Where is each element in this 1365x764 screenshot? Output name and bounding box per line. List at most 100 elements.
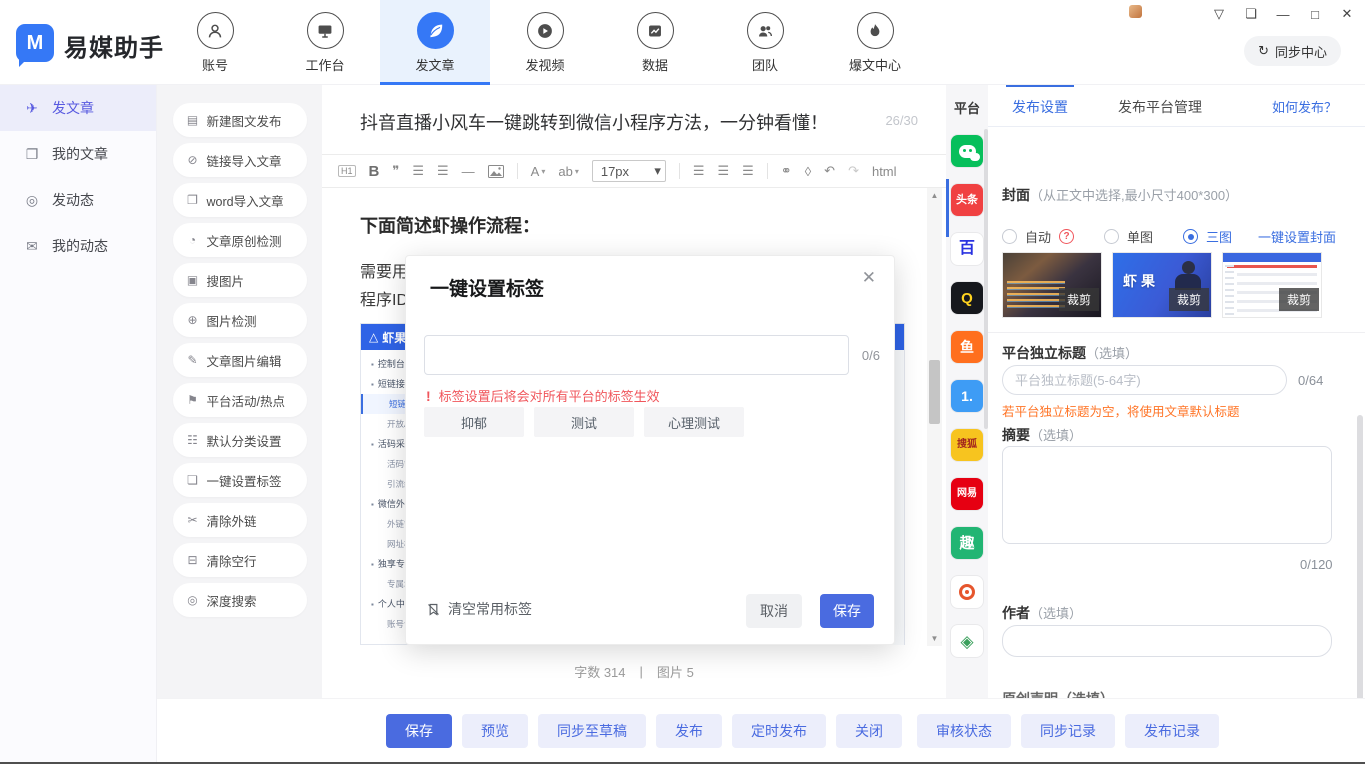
nav-publish-article[interactable]: 发文章	[380, 0, 490, 85]
nav-data[interactable]: 数据	[600, 0, 710, 85]
publish-button[interactable]: 发布	[656, 714, 722, 748]
modal-close-icon[interactable]: ✕	[858, 264, 880, 292]
cover-thumb-game-scene[interactable]: 裁剪	[1002, 252, 1102, 318]
align-right-button[interactable]: ☰	[742, 163, 754, 179]
sidebar-item-publish-moment[interactable]: ◎ 发动态	[0, 177, 156, 223]
independent-title-input[interactable]	[1002, 365, 1287, 395]
tool-deep-search[interactable]: ◎深度搜索	[173, 583, 307, 617]
tag-option[interactable]: 抑郁	[424, 407, 524, 437]
clear-common-tags-button[interactable]: 清空常用标签	[426, 599, 532, 619]
window-maximize-icon[interactable]: □	[1307, 7, 1323, 22]
redo-button[interactable]: ↷	[848, 163, 859, 179]
platform-icon-qutoutiao[interactable]: 趣	[951, 527, 983, 559]
crop-button[interactable]: 裁剪	[1279, 288, 1319, 311]
window-minimize-icon[interactable]: —	[1275, 7, 1291, 22]
sync-to-draft-button[interactable]: 同步至草稿	[538, 714, 646, 748]
tool-originality-check[interactable]: ◔文章原创检测	[173, 223, 307, 257]
summary-textarea[interactable]	[1002, 446, 1332, 544]
crop-button[interactable]: 裁剪	[1059, 288, 1099, 311]
how-to-publish-link[interactable]: 如何发布？	[1272, 97, 1337, 116]
tag-option[interactable]: 测试	[534, 407, 634, 437]
ordered-list-button[interactable]: ☰	[412, 163, 424, 179]
cover-thumb-dashboard[interactable]: 裁剪	[1222, 252, 1322, 318]
font-color-button[interactable]: A▾	[531, 164, 546, 179]
tab-publish-settings[interactable]: 发布设置	[1006, 85, 1074, 127]
platform-icon-weibo[interactable]	[951, 576, 983, 608]
platform-icon-sohu[interactable]: 搜狐	[951, 429, 983, 461]
cover-thumb-xiaguo[interactable]: 虾果 裁剪	[1112, 252, 1212, 318]
radio-single-image[interactable]	[1104, 229, 1119, 244]
font-size-select[interactable]: 17px▾	[592, 160, 666, 182]
tag-option[interactable]: 心理测试	[644, 407, 744, 437]
window-menu-icon[interactable]: ▽	[1211, 6, 1227, 22]
platform-icon-dayuhao[interactable]: 鱼	[951, 331, 983, 363]
undo-button[interactable]: ↶	[824, 163, 835, 179]
modal-cancel-button[interactable]: 取消	[746, 594, 802, 628]
platform-icon-green-shield[interactable]: ◈	[951, 625, 983, 657]
tool-default-category[interactable]: ☷默认分类设置	[173, 423, 307, 457]
panel-scrollbar[interactable]	[1357, 415, 1363, 705]
platform-icon-toutiao[interactable]: 头条	[951, 184, 983, 216]
nav-publish-video[interactable]: 发视频	[490, 0, 600, 85]
horizontal-rule-button[interactable]: —	[462, 164, 475, 179]
align-left-button[interactable]: ☰	[693, 163, 705, 179]
save-button[interactable]: 保存	[386, 714, 452, 748]
editor-scrollbar[interactable]: ▲ ▼	[927, 188, 942, 646]
tool-clear-external-links[interactable]: ✂清除外链	[173, 503, 307, 537]
window-snip-icon[interactable]: ❏	[1243, 6, 1259, 22]
format-clear-button[interactable]: ◊	[805, 164, 811, 179]
sync-records-button[interactable]: 同步记录	[1021, 714, 1115, 748]
scroll-up-icon[interactable]: ▲	[927, 191, 942, 200]
sidebar-item-my-articles[interactable]: ❐ 我的文章	[0, 131, 156, 177]
tool-import-link[interactable]: ⊘链接导入文章	[173, 143, 307, 177]
sidebar-item-my-moments[interactable]: ✉ 我的动态	[0, 223, 156, 269]
unordered-list-button[interactable]: ☰	[437, 163, 449, 179]
scroll-down-icon[interactable]: ▼	[927, 634, 942, 643]
article-title-input[interactable]: 抖音直播小风车一键跳转到微信小程序方法，一分钟看懂！	[360, 109, 828, 135]
align-center-button[interactable]: ☰	[718, 163, 730, 179]
tray-plugin-icon[interactable]	[1129, 5, 1142, 18]
radio-auto[interactable]	[1002, 229, 1017, 244]
bold-button[interactable]: B	[369, 163, 380, 180]
tool-image-check[interactable]: ⊕图片检测	[173, 303, 307, 337]
tool-import-word[interactable]: ❐word导入文章	[173, 183, 307, 217]
html-source-button[interactable]: html	[872, 164, 897, 179]
window-close-icon[interactable]: ✕	[1339, 6, 1355, 22]
tool-search-image[interactable]: ▣搜图片	[173, 263, 307, 297]
tool-clear-empty-lines[interactable]: ⊟清除空行	[173, 543, 307, 577]
platform-icon-wechat[interactable]	[951, 135, 983, 167]
platform-icon-netease[interactable]: 网易	[951, 478, 983, 510]
crop-button[interactable]: 裁剪	[1169, 288, 1209, 311]
review-status-button[interactable]: 审核状态	[917, 714, 1011, 748]
scheduled-publish-button[interactable]: 定时发布	[732, 714, 826, 748]
tool-new-post[interactable]: ▤新建图文发布	[173, 103, 307, 137]
close-button[interactable]: 关闭	[836, 714, 902, 748]
one-click-cover-link[interactable]: 一键设置封面	[1258, 227, 1336, 246]
nav-workbench[interactable]: 工作台	[270, 0, 380, 85]
insert-image-button[interactable]	[488, 165, 504, 178]
nav-team[interactable]: 团队	[710, 0, 820, 85]
author-input[interactable]	[1002, 625, 1332, 657]
modal-save-button[interactable]: 保存	[820, 594, 874, 628]
platform-icon-penguin[interactable]: Q	[951, 282, 983, 314]
nav-account[interactable]: 账号	[160, 0, 270, 85]
preview-button[interactable]: 预览	[462, 714, 528, 748]
highlight-button[interactable]: ab▾	[558, 164, 578, 179]
heading-button[interactable]: H1	[338, 165, 356, 177]
platform-icon-yidianzixun[interactable]: 1.	[951, 380, 983, 412]
nav-hot-articles[interactable]: 爆文中心	[820, 0, 930, 85]
scrollbar-thumb[interactable]	[929, 360, 940, 424]
tool-image-edit[interactable]: ✎文章图片编辑	[173, 343, 307, 377]
publish-records-button[interactable]: 发布记录	[1125, 714, 1219, 748]
radio-three-images[interactable]	[1183, 229, 1198, 244]
platform-icon-baijiahao[interactable]: 百	[951, 233, 983, 265]
tool-set-tags[interactable]: ❏一键设置标签	[173, 463, 307, 497]
sidebar-item-publish-article[interactable]: ✈ 发文章	[0, 85, 156, 131]
tool-platform-hotspots[interactable]: ⚑平台活动/热点	[173, 383, 307, 417]
find-replace-button[interactable]: ⚭	[781, 163, 792, 179]
help-question-icon[interactable]: ?	[1059, 229, 1074, 244]
tag-input[interactable]	[424, 335, 849, 375]
sync-center-button[interactable]: ↻ 同步中心	[1244, 36, 1341, 66]
blockquote-button[interactable]: ❞	[392, 163, 399, 179]
tab-platform-management[interactable]: 发布平台管理	[1118, 85, 1202, 127]
